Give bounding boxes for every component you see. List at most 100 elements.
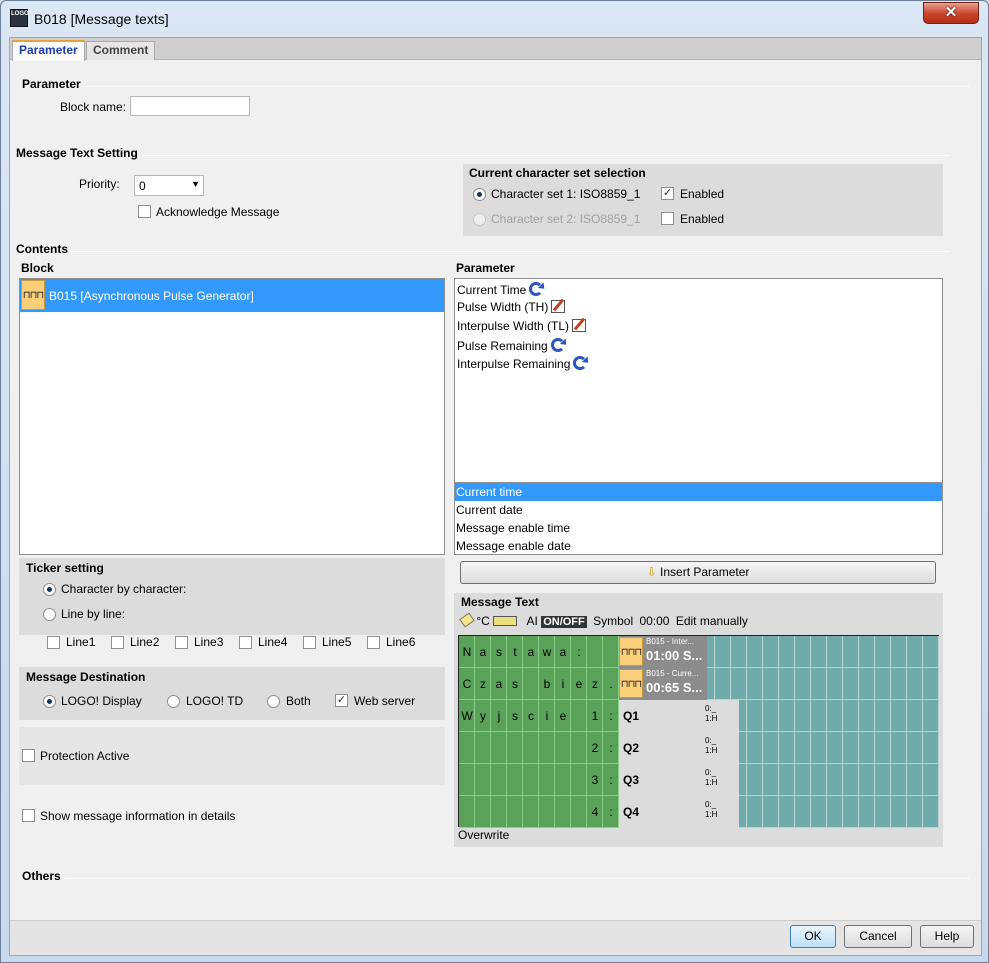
lcd-cell[interactable] bbox=[811, 700, 827, 732]
dest-logo-display-radio[interactable] bbox=[43, 695, 56, 708]
lcd-cell[interactable] bbox=[875, 700, 891, 732]
time-button[interactable]: 00:00 bbox=[639, 614, 669, 628]
charset-1-enabled-checkbox[interactable]: ✓ bbox=[661, 187, 674, 200]
lcd-cell[interactable] bbox=[843, 732, 859, 764]
time-item-current-time[interactable]: Current time bbox=[455, 483, 942, 501]
dest-web-server-checkbox[interactable]: ✓ bbox=[335, 694, 348, 707]
lcd-cell[interactable] bbox=[731, 668, 747, 700]
lcd-cell[interactable] bbox=[555, 732, 571, 764]
block-list[interactable]: ⊓⊓⊓ B015 [Asynchronous Pulse Generator] bbox=[19, 278, 445, 555]
acknowledge-checkbox[interactable] bbox=[138, 205, 151, 218]
charset-2-enabled-checkbox[interactable] bbox=[661, 212, 674, 225]
lcd-cell[interactable] bbox=[779, 636, 795, 668]
parameter-item-interpulse-width[interactable]: Interpulse Width (TL) bbox=[457, 319, 587, 333]
lcd-cell[interactable] bbox=[923, 764, 939, 796]
lcd-cell[interactable] bbox=[571, 732, 587, 764]
lcd-cell[interactable] bbox=[923, 700, 939, 732]
lcd-cell[interactable] bbox=[747, 796, 763, 828]
dest-both-radio[interactable] bbox=[267, 695, 280, 708]
ai-button[interactable]: AI bbox=[527, 614, 538, 628]
lcd-cell[interactable] bbox=[507, 732, 523, 764]
time-item-message-enable-date[interactable]: Message enable date bbox=[456, 539, 571, 553]
output-status-box[interactable]: Q1 0:_ 1:H bbox=[619, 700, 739, 732]
block-list-item[interactable]: ⊓⊓⊓ B015 [Asynchronous Pulse Generator] bbox=[20, 279, 444, 312]
bar-graph-icon[interactable] bbox=[493, 616, 518, 626]
degc-button[interactable]: °C bbox=[476, 614, 489, 628]
time-item-message-enable-time[interactable]: Message enable time bbox=[456, 521, 570, 535]
line5-checkbox[interactable] bbox=[303, 636, 316, 649]
lcd-cell[interactable] bbox=[779, 796, 795, 828]
title-bar[interactable]: LOGO B018 [Message texts] ✕ bbox=[1, 1, 988, 37]
tab-parameter[interactable]: Parameter bbox=[12, 40, 85, 61]
lcd-cell[interactable] bbox=[571, 796, 587, 828]
lcd-cell[interactable] bbox=[539, 764, 555, 796]
lcd-cell[interactable] bbox=[459, 796, 475, 828]
lcd-cell[interactable] bbox=[811, 732, 827, 764]
lcd-cell[interactable] bbox=[827, 796, 843, 828]
lcd-cell[interactable] bbox=[763, 764, 779, 796]
lcd-cell[interactable] bbox=[747, 764, 763, 796]
lcd-cell[interactable] bbox=[827, 764, 843, 796]
lcd-cell[interactable] bbox=[859, 764, 875, 796]
block-name-input[interactable] bbox=[130, 96, 250, 116]
lcd-cell[interactable] bbox=[859, 732, 875, 764]
lcd-cell[interactable] bbox=[779, 668, 795, 700]
lcd-cell[interactable] bbox=[891, 636, 907, 668]
lcd-cell[interactable] bbox=[747, 732, 763, 764]
onoff-button[interactable]: ON/OFF bbox=[541, 616, 587, 628]
lcd-cell[interactable] bbox=[827, 668, 843, 700]
line2-checkbox[interactable] bbox=[111, 636, 124, 649]
lcd-cell[interactable] bbox=[907, 764, 923, 796]
lcd-cell[interactable] bbox=[507, 796, 523, 828]
line-by-line-radio[interactable] bbox=[43, 608, 56, 621]
output-status-box[interactable]: Q4 0:_ 1:H bbox=[619, 796, 739, 828]
cancel-button[interactable]: Cancel bbox=[844, 925, 912, 948]
dest-logo-td-radio[interactable] bbox=[167, 695, 180, 708]
lcd-cell[interactable] bbox=[523, 732, 539, 764]
lcd-cell[interactable] bbox=[763, 732, 779, 764]
output-status-box[interactable]: Q3 0:_ 1:H bbox=[619, 764, 739, 796]
lcd-cell[interactable] bbox=[795, 732, 811, 764]
parameter-item-pulse-width[interactable]: Pulse Width (TH) bbox=[457, 300, 566, 314]
lcd-cell[interactable] bbox=[763, 668, 779, 700]
line6-checkbox[interactable] bbox=[367, 636, 380, 649]
lcd-cell[interactable] bbox=[763, 636, 779, 668]
lcd-cell[interactable] bbox=[843, 668, 859, 700]
lcd-cell[interactable] bbox=[731, 636, 747, 668]
lcd-cell[interactable] bbox=[891, 764, 907, 796]
line4-checkbox[interactable] bbox=[239, 636, 252, 649]
lcd-cell[interactable] bbox=[459, 732, 475, 764]
lcd-cell[interactable] bbox=[891, 796, 907, 828]
lcd-cell[interactable] bbox=[491, 764, 507, 796]
lcd-cell[interactable] bbox=[923, 636, 939, 668]
close-button[interactable]: ✕ bbox=[923, 2, 979, 24]
lcd-cell[interactable] bbox=[875, 732, 891, 764]
lcd-cell[interactable] bbox=[555, 764, 571, 796]
lcd-cell[interactable] bbox=[827, 732, 843, 764]
lcd-cell[interactable] bbox=[811, 796, 827, 828]
help-button[interactable]: Help bbox=[920, 925, 974, 948]
eraser-icon[interactable] bbox=[459, 612, 475, 628]
lcd-cell[interactable] bbox=[843, 700, 859, 732]
parameter-list[interactable]: Current Time Pulse Width (TH) Interpulse… bbox=[454, 278, 943, 483]
charset-1-radio[interactable] bbox=[473, 188, 486, 201]
protection-active-checkbox[interactable] bbox=[22, 749, 35, 762]
lcd-cell[interactable] bbox=[795, 764, 811, 796]
lcd-cell[interactable] bbox=[747, 700, 763, 732]
lcd-cell[interactable] bbox=[923, 732, 939, 764]
lcd-cell[interactable] bbox=[859, 636, 875, 668]
time-item-current-date[interactable]: Current date bbox=[456, 503, 523, 517]
symbol-button[interactable]: Symbol bbox=[593, 614, 633, 628]
lcd-cell[interactable] bbox=[523, 796, 539, 828]
lcd-cell[interactable] bbox=[875, 764, 891, 796]
parameter-chip[interactable]: ⊓⊓⊓ B015 - Curre... 00:65 S... bbox=[619, 668, 707, 700]
lcd-cell[interactable] bbox=[571, 700, 587, 732]
lcd-cell[interactable] bbox=[763, 796, 779, 828]
output-status-box[interactable]: Q2 0:_ 1:H bbox=[619, 732, 739, 764]
lcd-cell[interactable] bbox=[795, 668, 811, 700]
parameter-item-pulse-remaining[interactable]: Pulse Remaining bbox=[457, 338, 565, 353]
lcd-cell[interactable] bbox=[571, 764, 587, 796]
parameter-chip[interactable]: ⊓⊓⊓ B015 - Inter... 01:00 S... bbox=[619, 636, 707, 668]
priority-select[interactable]: 0 ▼ bbox=[134, 175, 204, 196]
insert-parameter-button[interactable]: ⇩ Insert Parameter bbox=[460, 561, 936, 584]
